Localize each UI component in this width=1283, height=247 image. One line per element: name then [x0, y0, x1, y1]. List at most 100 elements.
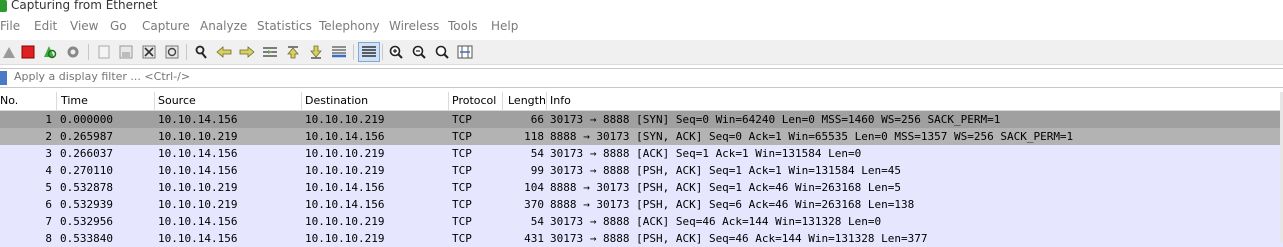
- column-header-source[interactable]: Source: [158, 94, 196, 110]
- packet-time: 0.532956: [60, 215, 113, 228]
- packet-protocol: TCP: [452, 232, 472, 245]
- go-forward-icon[interactable]: [238, 43, 255, 60]
- menu-tools[interactable]: Tools: [448, 19, 478, 33]
- packet-length: 104: [524, 181, 544, 194]
- packet-destination: 10.10.10.219: [305, 164, 385, 177]
- column-header-no[interactable]: No.: [0, 94, 18, 110]
- packet-destination: 10.10.14.156: [305, 198, 385, 211]
- column-header-destination[interactable]: Destination: [305, 94, 368, 110]
- column-divider[interactable]: [448, 92, 449, 110]
- packet-source: 10.10.10.219: [158, 130, 238, 143]
- packet-info: 30173 → 8888 [PSH, ACK] Seq=46 Ack=144 W…: [550, 232, 928, 245]
- packet-protocol: TCP: [452, 181, 472, 194]
- column-header-info[interactable]: Info: [550, 94, 571, 110]
- menu-edit[interactable]: Edit: [34, 19, 57, 33]
- shark-fin-start-icon[interactable]: [0, 43, 17, 60]
- capture-options-icon[interactable]: [64, 43, 81, 60]
- open-file-icon[interactable]: [95, 43, 112, 60]
- packet-info: 8888 → 30173 [PSH, ACK] Seq=1 Ack=46 Win…: [550, 181, 901, 194]
- filter-bookmark-icon[interactable]: [0, 71, 7, 85]
- packet-number: 1: [45, 113, 52, 126]
- packet-row[interactable]: 2 0.265987 10.10.10.219 10.10.14.156 TCP…: [0, 128, 1283, 145]
- packet-protocol: TCP: [452, 147, 472, 160]
- column-divider[interactable]: [502, 92, 503, 110]
- packet-length: 431: [524, 232, 544, 245]
- packet-source: 10.10.14.156: [158, 113, 238, 126]
- packet-row[interactable]: 3 0.266037 10.10.14.156 10.10.10.219 TCP…: [0, 145, 1283, 162]
- menu-file[interactable]: File: [0, 19, 20, 33]
- packet-list-header: No. Time Source Destination Protocol Len…: [0, 92, 1283, 111]
- packet-row[interactable]: 6 0.532939 10.10.10.219 10.10.14.156 TCP…: [0, 196, 1283, 213]
- toolbar-separator: [88, 44, 89, 60]
- resize-columns-icon[interactable]: [456, 43, 473, 60]
- packet-number: 3: [45, 147, 52, 160]
- packet-info: 8888 → 30173 [SYN, ACK] Seq=0 Ack=1 Win=…: [550, 130, 1074, 143]
- column-header-protocol[interactable]: Protocol: [452, 94, 496, 110]
- packet-info: 8888 → 30173 [PSH, ACK] Seq=6 Ack=46 Win…: [550, 198, 915, 211]
- packet-destination: 10.10.14.156: [305, 130, 385, 143]
- packet-source: 10.10.10.219: [158, 181, 238, 194]
- column-divider[interactable]: [301, 92, 302, 110]
- save-file-icon[interactable]: [117, 43, 134, 60]
- packet-protocol: TCP: [452, 130, 472, 143]
- packet-source: 10.10.14.156: [158, 215, 238, 228]
- packet-number: 4: [45, 164, 52, 177]
- packet-length: 118: [524, 130, 544, 143]
- colorize-icon[interactable]: [358, 42, 380, 62]
- display-filter-input[interactable]: [14, 70, 614, 83]
- packet-time: 0.266037: [60, 147, 113, 160]
- menu-analyze[interactable]: Analyze: [200, 19, 247, 33]
- packet-info: 30173 → 8888 [SYN] Seq=0 Win=64240 Len=0…: [550, 113, 1001, 126]
- packet-time: 0.265987: [60, 130, 113, 143]
- packet-source: 10.10.14.156: [158, 164, 238, 177]
- go-last-icon[interactable]: [307, 43, 324, 60]
- packet-destination: 10.10.14.156: [305, 181, 385, 194]
- restart-capture-icon[interactable]: [41, 43, 58, 60]
- packet-row[interactable]: 4 0.270110 10.10.14.156 10.10.10.219 TCP…: [0, 162, 1283, 179]
- packet-length: 54: [530, 215, 544, 228]
- packet-protocol: TCP: [452, 198, 472, 211]
- zoom-out-icon[interactable]: [410, 43, 427, 60]
- toolbar-separator: [382, 44, 383, 60]
- menu-help[interactable]: Help: [491, 19, 518, 33]
- packet-protocol: TCP: [452, 164, 472, 177]
- zoom-normal-icon[interactable]: [433, 43, 450, 60]
- column-divider[interactable]: [56, 92, 57, 110]
- menu-statistics[interactable]: Statistics: [257, 19, 312, 33]
- main-toolbar: [0, 40, 1283, 65]
- packet-row[interactable]: 7 0.532956 10.10.14.156 10.10.10.219 TCP…: [0, 213, 1283, 230]
- packet-time: 0.533840: [60, 232, 113, 245]
- column-divider[interactable]: [154, 92, 155, 110]
- go-to-packet-icon[interactable]: [261, 43, 278, 60]
- packet-row[interactable]: 1 0.000000 10.10.14.156 10.10.10.219 TCP…: [0, 111, 1283, 128]
- menu-view[interactable]: View: [70, 19, 98, 33]
- menu-capture[interactable]: Capture: [142, 19, 190, 33]
- packet-destination: 10.10.10.219: [305, 215, 385, 228]
- column-header-time[interactable]: Time: [61, 94, 88, 110]
- zoom-in-icon[interactable]: [387, 43, 404, 60]
- packet-info: 30173 → 8888 [PSH, ACK] Seq=1 Ack=1 Win=…: [550, 164, 901, 177]
- packet-row[interactable]: 5 0.532878 10.10.10.219 10.10.14.156 TCP…: [0, 179, 1283, 196]
- reload-file-icon[interactable]: [163, 43, 180, 60]
- close-file-icon[interactable]: [140, 43, 157, 60]
- autoscroll-icon[interactable]: [330, 43, 347, 60]
- packet-info: 30173 → 8888 [ACK] Seq=1 Ack=1 Win=13158…: [550, 147, 862, 160]
- find-packet-icon[interactable]: [192, 43, 209, 60]
- packet-destination: 10.10.10.219: [305, 232, 385, 245]
- menu-wireless[interactable]: Wireless: [389, 19, 439, 33]
- go-back-icon[interactable]: [215, 43, 232, 60]
- column-header-length[interactable]: Length: [508, 94, 546, 110]
- packet-number: 7: [45, 215, 52, 228]
- menu-telephony[interactable]: Telephony: [319, 19, 380, 33]
- packet-row[interactable]: 8 0.533840 10.10.14.156 10.10.10.219 TCP…: [0, 230, 1283, 247]
- packet-number: 5: [45, 181, 52, 194]
- packet-source: 10.10.10.219: [158, 198, 238, 211]
- packet-length: 66: [530, 113, 544, 126]
- stop-capture-icon[interactable]: [19, 43, 36, 60]
- packet-length: 370: [524, 198, 544, 211]
- packet-protocol: TCP: [452, 215, 472, 228]
- go-first-icon[interactable]: [284, 43, 301, 60]
- packet-number: 6: [45, 198, 52, 211]
- column-divider[interactable]: [546, 92, 547, 110]
- menu-go[interactable]: Go: [110, 19, 127, 33]
